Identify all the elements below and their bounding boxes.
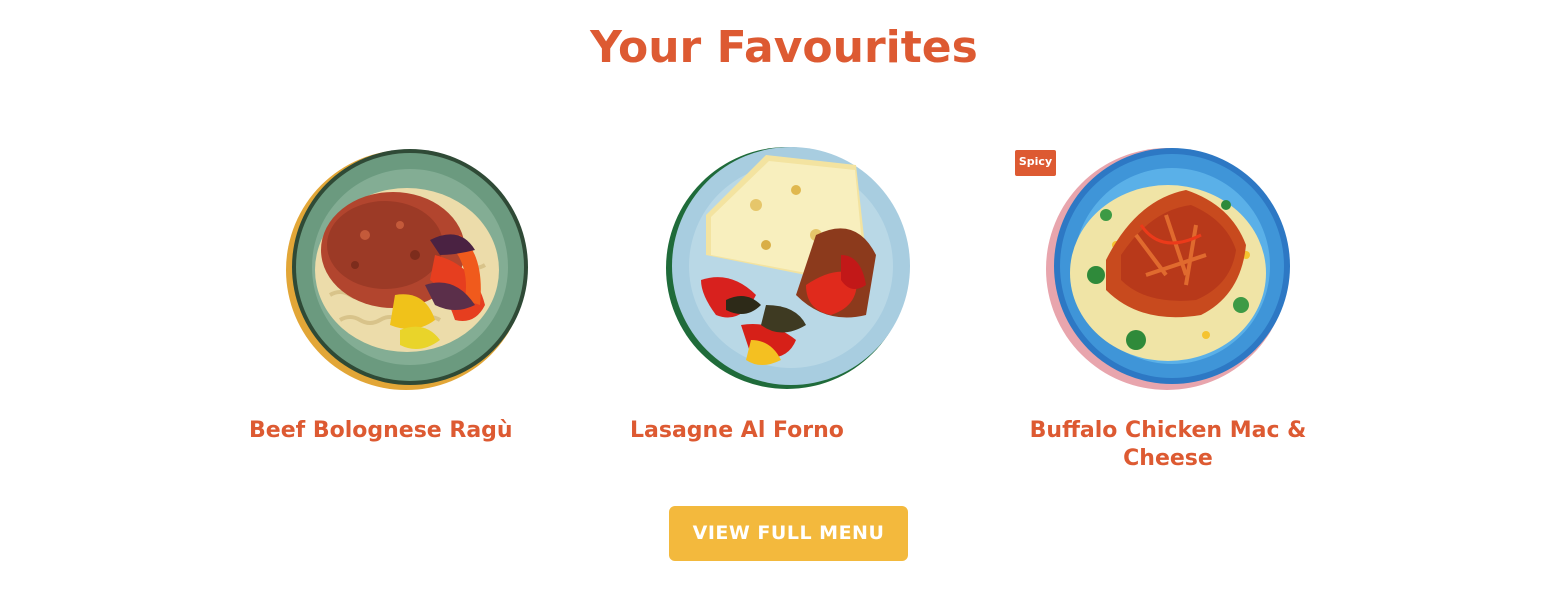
dish-card-buffalo-chicken[interactable]: Buffalo Chicken Mac & Cheese	[1030, 145, 1366, 473]
section-title: Your Favourites	[590, 22, 978, 73]
dish-title[interactable]: Lasagne Al Forno	[630, 417, 986, 445]
dish-card-lasagne[interactable]: Lasagne Al Forno	[630, 145, 986, 445]
dish-image-lasagne[interactable]	[666, 145, 912, 391]
spicy-badge: Spicy	[1015, 150, 1056, 176]
dish-card-beef-bolognese[interactable]: Beef Bolognese Ragù	[249, 145, 605, 445]
dish-image-beef-bolognese[interactable]	[285, 145, 531, 391]
dish-title[interactable]: Buffalo Chicken Mac & Cheese	[1006, 417, 1330, 473]
dish-title[interactable]: Beef Bolognese Ragù	[249, 417, 605, 445]
dish-image-buffalo-chicken[interactable]	[1046, 145, 1292, 391]
view-full-menu-button[interactable]: VIEW FULL MENU	[669, 506, 908, 561]
